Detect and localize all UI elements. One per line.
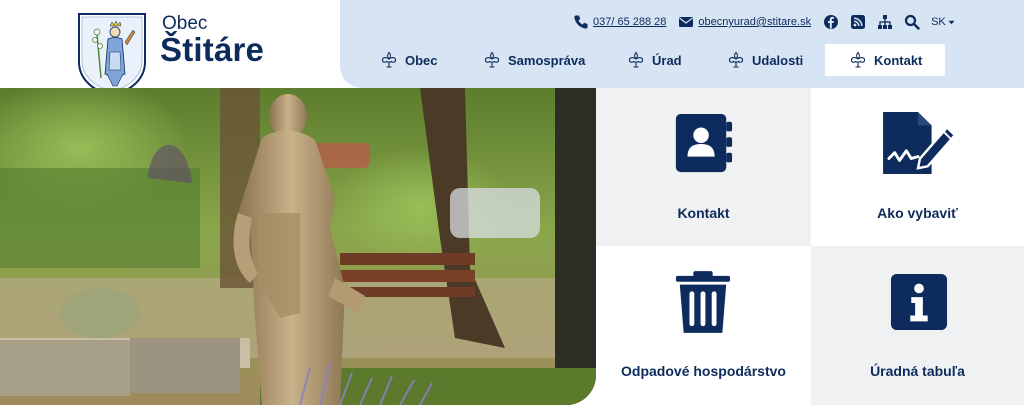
main-navigation: Obec Samospráva Úrad Udalosti Kontakt — [340, 44, 1024, 76]
nav-item-kontakt[interactable]: Kontakt — [825, 44, 945, 76]
info-icon — [890, 273, 948, 331]
brand-title: Štitáre — [160, 31, 265, 68]
nav-item-urad[interactable]: Úrad — [627, 44, 682, 76]
lily-emblem-icon — [850, 51, 866, 68]
lily-emblem-icon — [484, 51, 500, 68]
nav-item-samosprava[interactable]: Samospráva — [483, 44, 585, 76]
email-link[interactable]: obecnyurad@stitare.sk — [698, 16, 811, 28]
trash-can-icon — [675, 271, 731, 333]
site-header-brand[interactable]: Obec Štitáre — [0, 0, 340, 96]
lily-emblem-icon — [628, 51, 644, 68]
phone-link[interactable]: 037/ 65 288 28 — [593, 16, 666, 28]
tile-uradna-tabula[interactable]: Úradná tabuľa — [811, 246, 1024, 405]
coat-of-arms-logo[interactable] — [77, 12, 147, 96]
tile-odpadove-hospodarstvo[interactable]: Odpadové hospodárstvo — [596, 246, 811, 405]
sitemap-icon[interactable] — [877, 14, 893, 30]
lily-emblem-icon — [728, 51, 744, 68]
lily-emblem-icon — [381, 51, 397, 68]
tile-label: Odpadové hospodárstvo — [621, 363, 786, 379]
tile-kontakt[interactable]: Kontakt — [596, 88, 811, 246]
nav-label: Úrad — [652, 52, 682, 68]
rss-icon[interactable] — [850, 14, 866, 30]
tile-label: Kontakt — [677, 205, 730, 221]
search-icon[interactable] — [904, 14, 920, 30]
facebook-icon[interactable] — [823, 14, 839, 30]
language-selector[interactable]: SK — [931, 16, 955, 28]
address-book-icon — [675, 113, 733, 173]
nav-label: Udalosti — [752, 52, 804, 68]
top-navigation-panel: 037/ 65 288 28 obecnyurad@stitare.sk SK … — [340, 0, 1024, 88]
caret-down-icon — [948, 20, 955, 24]
nav-label: Samospráva — [508, 52, 586, 68]
language-label: SK — [931, 16, 946, 28]
nav-item-obec[interactable]: Obec — [380, 44, 438, 76]
tile-ako-vybavit[interactable]: Ako vybaviť — [811, 88, 1024, 246]
nav-label: Kontakt — [874, 52, 923, 68]
hero-photo-statue — [0, 88, 596, 405]
tile-label: Ako vybaviť — [877, 205, 958, 221]
envelope-icon — [678, 14, 694, 30]
signature-document-icon — [883, 111, 957, 175]
phone-icon — [573, 14, 589, 30]
nav-item-udalosti[interactable]: Udalosti — [727, 44, 803, 76]
tile-label: Úradná tabuľa — [870, 363, 965, 379]
nav-label: Obec — [405, 52, 438, 68]
utility-bar: 037/ 65 288 28 obecnyurad@stitare.sk SK — [573, 13, 955, 31]
